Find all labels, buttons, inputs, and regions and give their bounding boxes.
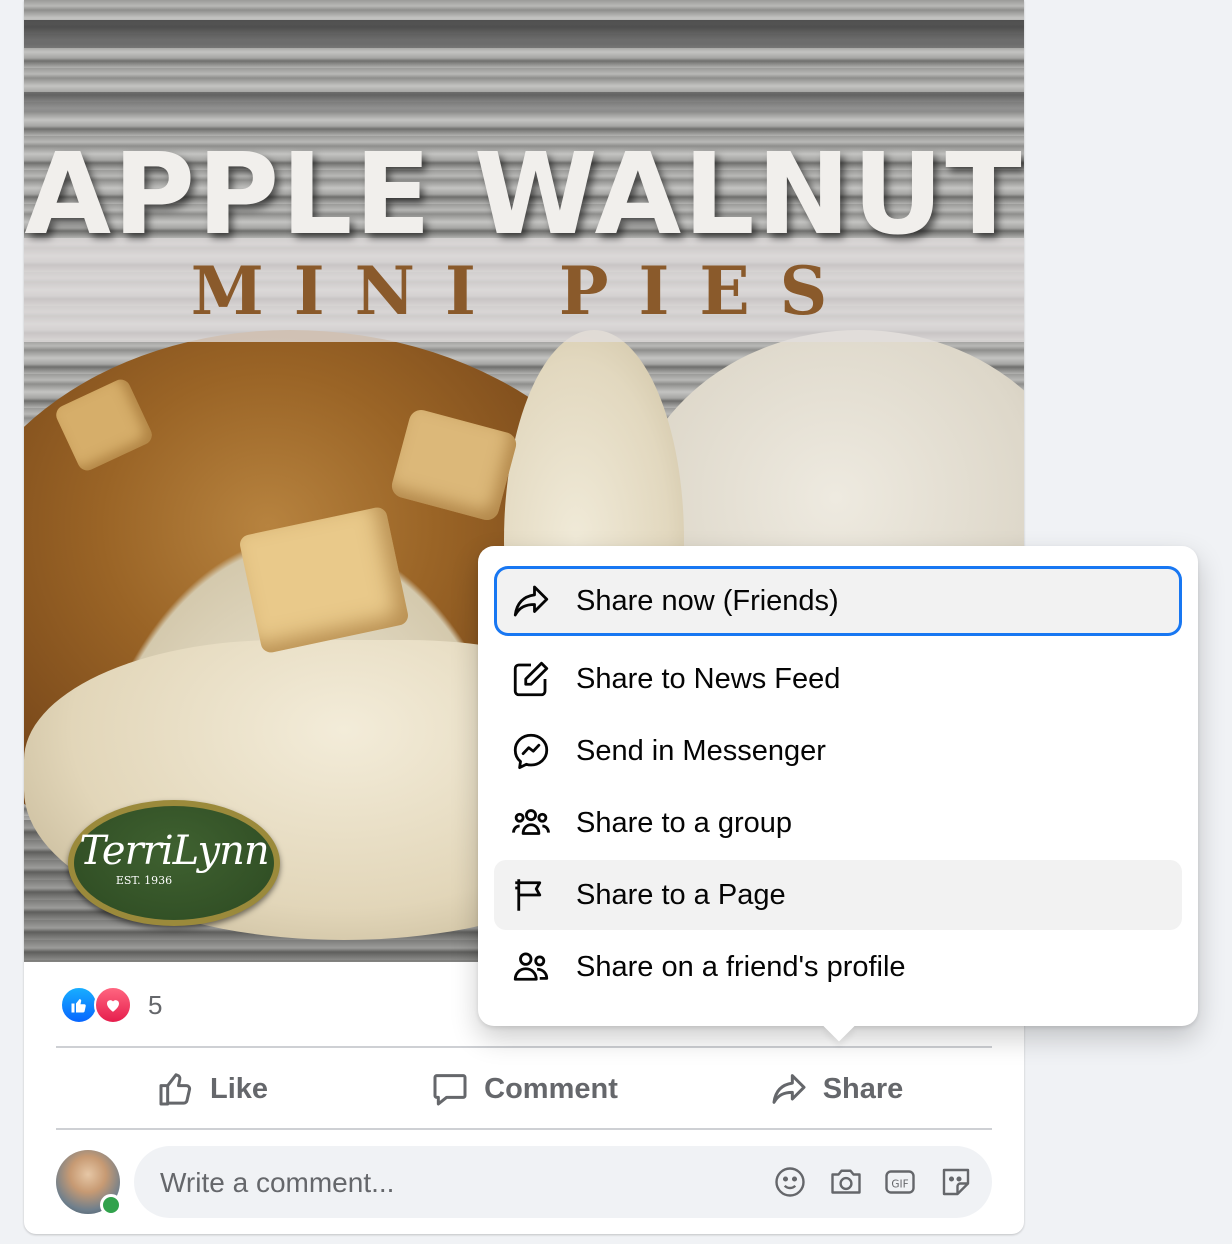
avatar[interactable] [56, 1150, 122, 1216]
like-label: Like [209, 1072, 269, 1105]
like-button[interactable]: Like [56, 1056, 368, 1122]
menu-item-label: Share to a group [576, 806, 793, 839]
messenger-icon [508, 728, 554, 774]
thumbs-up-icon [159, 1073, 192, 1106]
share-menu: Share now (Friends) Share to News Feed S… [478, 546, 1198, 1042]
image-title: APPLE WALNUT [24, 130, 1024, 260]
menu-item-share-news-feed[interactable]: Share to News Feed [494, 644, 1182, 714]
logo-established: EST. 1936 [115, 874, 173, 887]
menu-item-share-friend-profile[interactable]: Share on a friend's profile [494, 932, 1182, 1002]
emoji-icon[interactable] [772, 1164, 808, 1200]
comment-composer: GIF [134, 1146, 992, 1220]
image-subtitle: MINI PIES [190, 252, 858, 330]
comment-input[interactable] [158, 1146, 722, 1220]
camera-icon[interactable] [828, 1164, 864, 1200]
sticker-icon[interactable] [938, 1164, 974, 1200]
menu-item-label: Share now (Friends) [576, 584, 839, 617]
menu-item-label: Share on a friend's profile [576, 950, 906, 983]
comment-bubble-icon [433, 1074, 467, 1106]
comment-label: Comment [484, 1072, 618, 1105]
share-arrow-icon [508, 578, 554, 624]
flag-icon [508, 872, 554, 918]
menu-item-share-now[interactable]: Share now (Friends) [494, 566, 1182, 636]
menu-item-share-group[interactable]: Share to a group [494, 788, 1182, 858]
reaction-count[interactable]: 5 [148, 990, 162, 1021]
online-status-dot [100, 1194, 122, 1216]
gif-icon[interactable]: GIF [882, 1164, 918, 1200]
comment-button[interactable]: Comment [368, 1056, 680, 1122]
share-button[interactable]: Share [680, 1056, 992, 1122]
divider [56, 1128, 992, 1130]
svg-text:GIF: GIF [891, 1178, 908, 1190]
menu-item-label: Share to News Feed [576, 662, 841, 695]
brand-logo: TerriLynn EST. 1936 [68, 800, 280, 926]
share-label: Share [822, 1072, 904, 1105]
wood-plank [24, 20, 1024, 48]
divider [56, 1046, 992, 1048]
share-arrow-icon [772, 1074, 806, 1104]
wood-plank [24, 92, 1024, 112]
like-reaction-icon [60, 986, 98, 1024]
menu-item-share-page[interactable]: Share to a Page [494, 860, 1182, 930]
group-icon [508, 800, 554, 846]
edit-icon [508, 656, 554, 702]
menu-item-label: Send in Messenger [576, 734, 826, 767]
love-reaction-icon [94, 986, 132, 1024]
menu-item-send-messenger[interactable]: Send in Messenger [494, 716, 1182, 786]
friends-icon [508, 944, 554, 990]
menu-item-label: Share to a Page [576, 878, 786, 911]
logo-name: TerriLynn [79, 828, 269, 874]
